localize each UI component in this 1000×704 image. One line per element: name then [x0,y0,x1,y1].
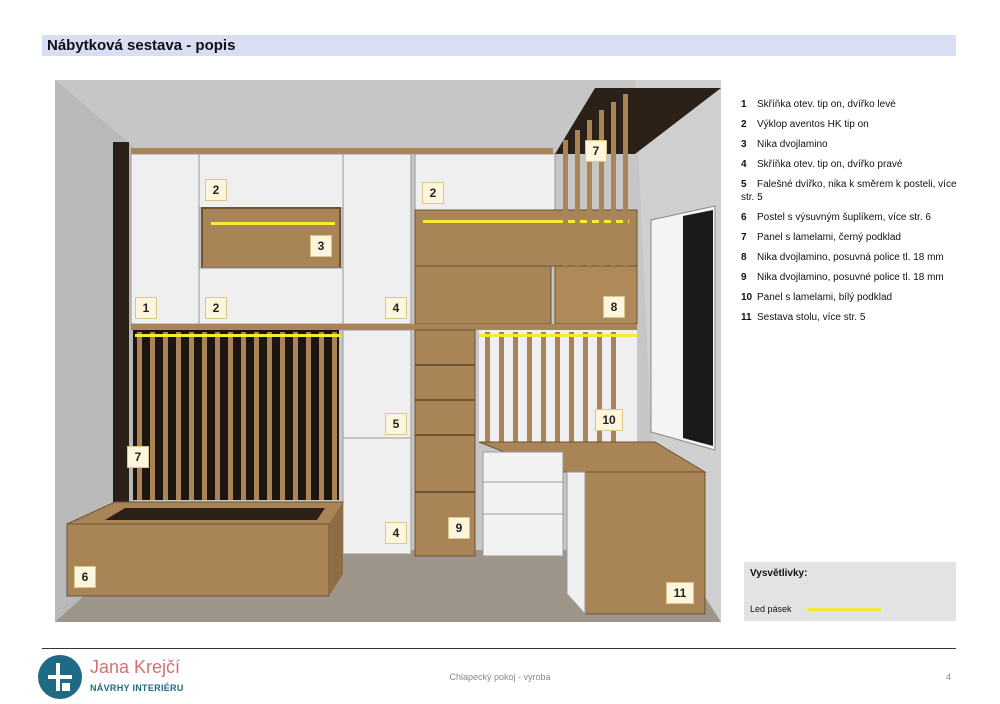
legend-item: 10 Panel s lamelami, bílý podklad [741,291,961,304]
render-label-7: 7 [127,446,149,468]
render-label-9: 9 [448,517,470,539]
legend-text: Postel s výsuvným šuplíkem, více str. 6 [757,212,931,223]
render-label-3: 3 [310,235,332,257]
legend-number: 7 [741,232,747,243]
legend-item: 11 Sestava stolu, více str. 5 [741,311,961,324]
legend-text: Sestava stolu, více str. 5 [757,312,866,323]
render-label-2: 2 [205,179,227,201]
legend-text: Skříňka otev. tip on, dvířko levé [757,99,896,110]
legend-text: Panel s lamelami, bílý podklad [757,292,893,303]
legend-item: 1 Skříňka otev. tip on, dvířko levé [741,98,961,111]
led-strip-label: Led pásek [750,604,792,614]
render-label-11: 11 [666,582,694,604]
legend-item: 4 Skříňka otev. tip on, dvířko pravé [741,158,961,171]
key-title: Vysvětlivky: [750,568,808,579]
legend-item: 7 Panel s lamelami, černý podklad [741,231,961,244]
legend-number: 9 [741,272,747,283]
render-label-2: 2 [205,297,227,319]
legend-number: 11 [741,312,752,323]
page-title-bar: Nábytková sestava - popis [42,35,956,56]
legend-number: 4 [741,159,747,170]
render-label-5: 5 [385,413,407,435]
logo-subtitle: NÁVRHY INTERIÉRU [90,683,184,693]
legend-item: 6 Postel s výsuvným šuplíkem, více str. 6 [741,211,961,224]
legend-text: Panel s lamelami, černý podklad [757,232,901,243]
legend-item: 5 Falešné dvířko, nika k směrem k posteli… [741,178,961,204]
render-label-1: 1 [135,297,157,319]
legend-number: 2 [741,119,747,130]
legend-text: Výklop aventos HK tip on [757,119,869,130]
legend-list: 1 Skříňka otev. tip on, dvířko levé 2 Výkl… [741,98,961,331]
legend-item: 2 Výklop aventos HK tip on [741,118,961,131]
render-label-2: 2 [422,182,444,204]
legend-number: 10 [741,292,753,303]
legend-number: 5 [741,179,747,190]
render-label-10: 10 [595,409,623,431]
legend-item: 8 Nika dvojlamino, posuvná police tl. 18 … [741,251,961,264]
render-label-4: 4 [385,522,407,544]
footer-document-title: Chlapecký pokoj - výroba [449,672,551,682]
furniture-render: 1 2 2 2 3 4 4 5 6 7 7 8 9 10 11 [55,80,721,622]
led-strip-swatch [808,608,881,611]
legend-text: Nika dvojlamino [757,139,828,150]
render-label-6: 6 [74,566,96,588]
page-title: Nábytková sestava - popis [47,37,236,54]
render-label-8: 8 [603,296,625,318]
legend-text: Nika dvojlamino, posuvná police tl. 18 m… [757,252,944,263]
legend-number: 8 [741,252,747,263]
legend-item: 3 Nika dvojlamino [741,138,961,151]
legend-key-box: Vysvětlivky: Led pásek [744,562,956,621]
legend-number: 3 [741,139,747,150]
legend-number: 1 [741,99,747,110]
legend-number: 6 [741,212,747,223]
legend-text: Falešné dvířko, nika k směrem k posteli,… [741,179,957,203]
legend-item: 9 Nika dvojlamino, posuvné police tl. 18 … [741,271,961,284]
legend-text: Nika dvojlamino, posuvné police tl. 18 m… [757,272,944,283]
legend-text: Skříňka otev. tip on, dvířko pravé [757,159,903,170]
footer-divider [42,648,956,649]
render-label-4: 4 [385,297,407,319]
page-number: 4 [946,672,952,682]
render-label-7: 7 [585,140,607,162]
